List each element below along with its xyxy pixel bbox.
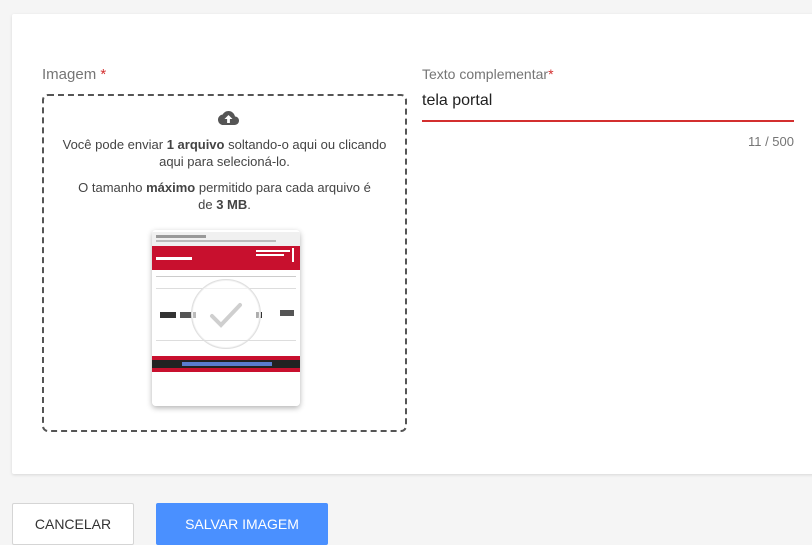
complementary-text-input[interactable]: tela portal bbox=[422, 92, 492, 110]
input-underline bbox=[422, 120, 794, 122]
text-label-text: Texto complementar bbox=[422, 66, 549, 82]
character-counter: 11 / 500 bbox=[747, 134, 794, 149]
size-text-e: . bbox=[247, 197, 251, 212]
save-image-button[interactable]: SALVAR IMAGEM bbox=[156, 503, 328, 545]
upload-size-limit: O tamanho máximo permitido para cada arq… bbox=[74, 179, 375, 213]
image-field-label: Imagem * bbox=[42, 66, 106, 83]
thumbnail-preview bbox=[152, 230, 300, 406]
text-required-mark: * bbox=[548, 66, 554, 82]
image-label-text: Imagem bbox=[42, 66, 97, 83]
size-text-max: máximo bbox=[146, 180, 196, 195]
cancel-button[interactable]: CANCELAR bbox=[12, 503, 134, 545]
text-field-label: Texto complementar* bbox=[422, 66, 554, 82]
size-text-a: O tamanho bbox=[78, 180, 147, 195]
image-dropzone[interactable]: Você pode enviar 1 arquivo soltando-o aq… bbox=[42, 94, 407, 432]
cloud-upload-icon bbox=[218, 111, 239, 125]
upload-instructions: Você pode enviar 1 arquivo soltando-o aq… bbox=[54, 136, 395, 170]
size-text-limit: 3 MB bbox=[216, 197, 248, 212]
instr-file-count: 1 arquivo bbox=[166, 137, 225, 152]
instr-text-a: Você pode enviar bbox=[62, 137, 167, 152]
required-mark: * bbox=[100, 66, 107, 83]
uploaded-image-thumbnail bbox=[152, 230, 300, 406]
